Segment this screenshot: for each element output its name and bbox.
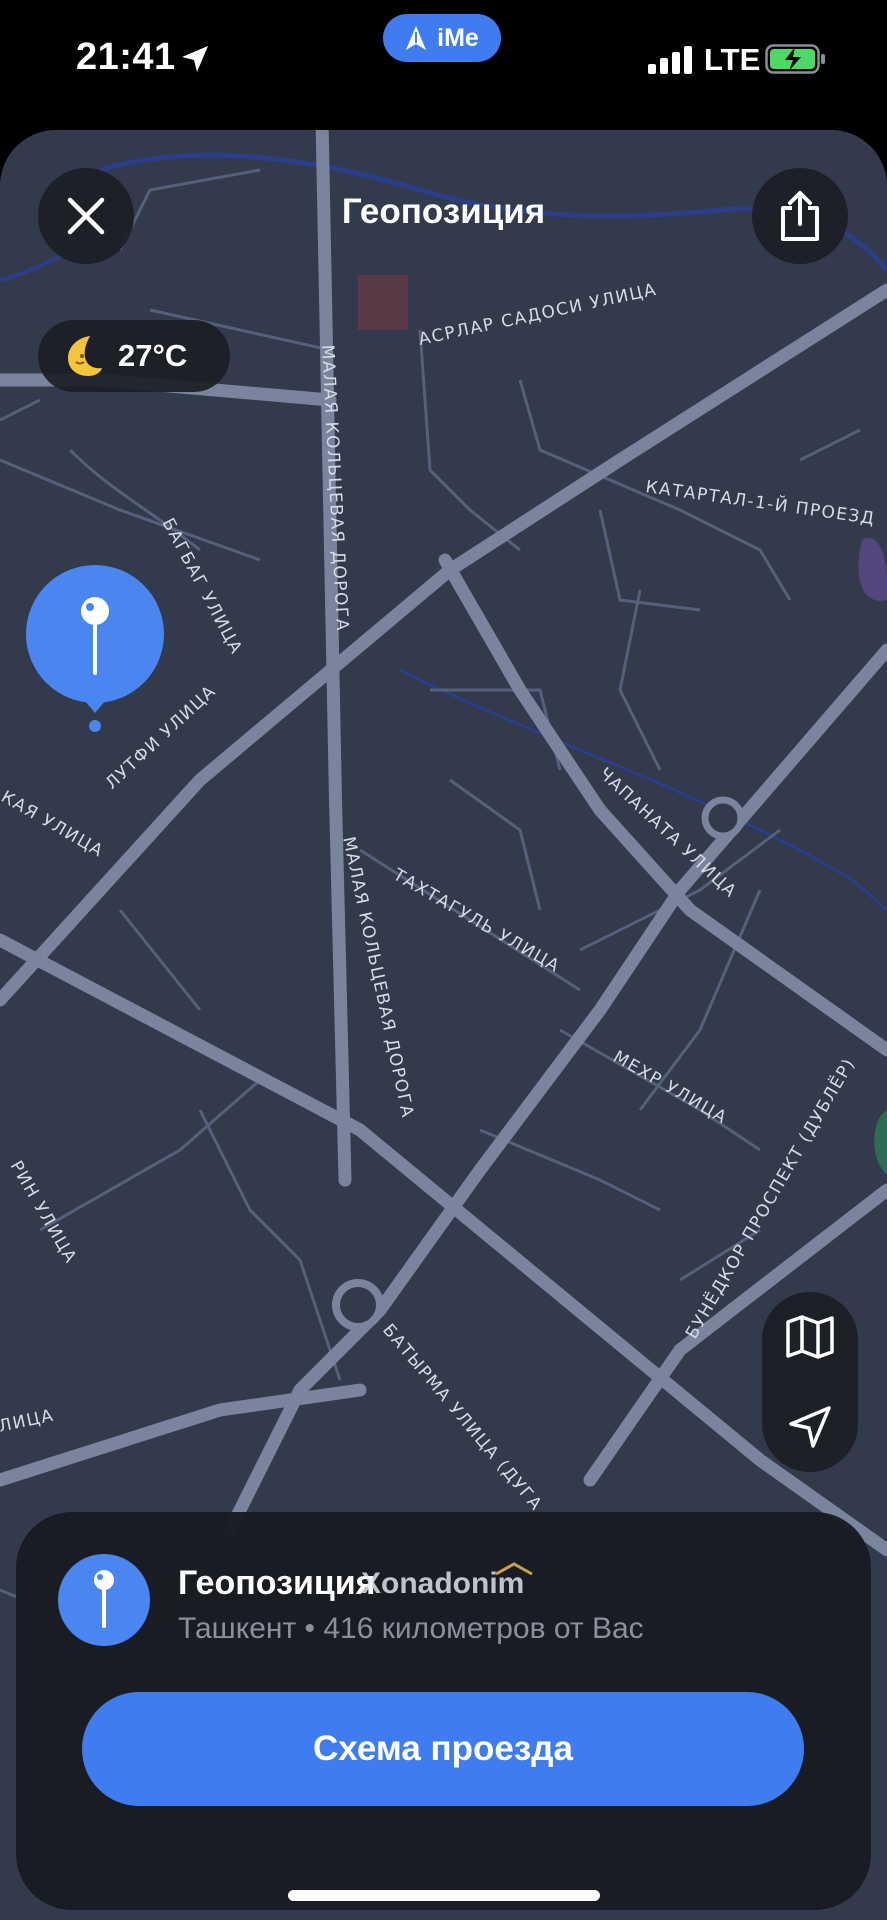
pin-icon [94,1570,114,1628]
ime-logo-icon [406,26,427,50]
location-arrow-icon [789,1406,831,1448]
status-bar: 21:41 iMe LTE [0,0,887,120]
place-avatar [58,1554,150,1646]
map-icon [786,1315,834,1359]
battery-charging-icon [765,44,825,74]
home-indicator[interactable] [288,1890,600,1901]
location-arrow-icon [182,46,208,72]
place-card: Геопозиция Xonadonim Ташкент • 416 килом… [16,1512,871,1910]
place-name: Геопозиция [178,1564,376,1602]
house-roof-icon [495,1562,533,1576]
location-sheet: АСРЛАР САДОСИ УЛИЦА КАТАРТАЛ-1-Й ПРОЕЗД … [0,130,887,1920]
signal-bars-icon [648,46,692,74]
route-button[interactable]: Схема проезда [82,1692,804,1806]
map-mode-button[interactable] [762,1292,858,1382]
moon-icon [68,336,102,376]
status-time: 21:41 [76,36,176,78]
map-controls [762,1292,858,1472]
weather-chip: 27°C [38,320,230,392]
ime-pill-label: iMe [437,23,479,52]
location-pin-marker[interactable] [24,563,166,733]
share-icon [781,191,819,241]
share-button[interactable] [752,168,848,264]
network-type: LTE [704,42,761,77]
temperature: 27°C [118,338,188,373]
place-subtitle: Ташкент • 416 километров от Вас [178,1612,644,1645]
ime-app-pill[interactable]: iMe [383,14,501,62]
my-location-button[interactable] [762,1382,858,1472]
